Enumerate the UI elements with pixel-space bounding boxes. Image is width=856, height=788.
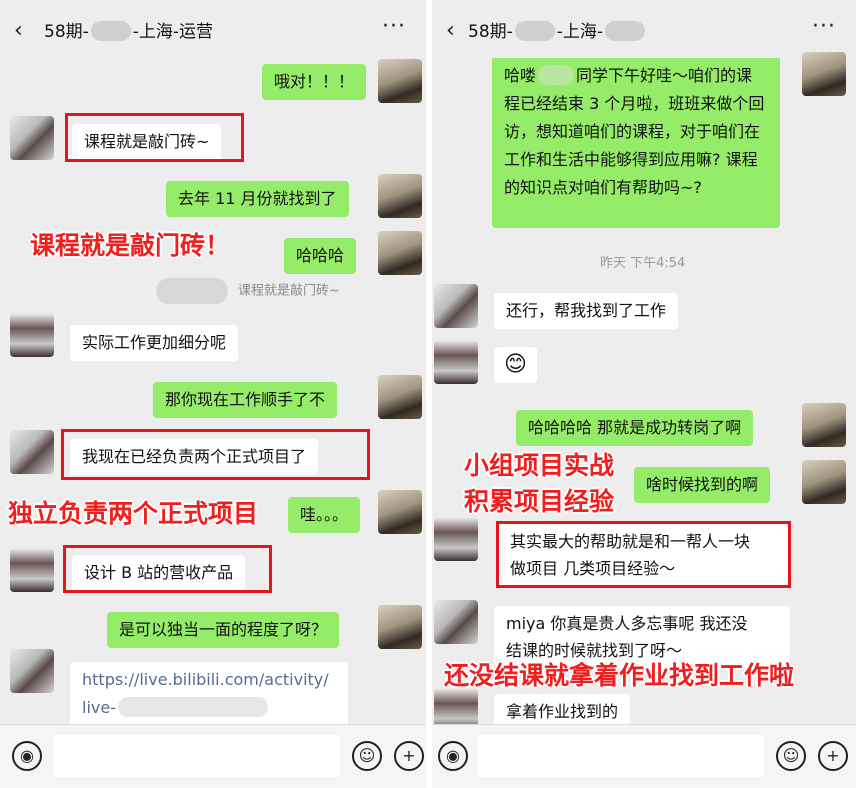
message-input-bar: ◉ ☺ + [0, 724, 426, 788]
chat-title-prefix: 58期- [468, 22, 513, 42]
chat-title-suffix: -上海-运营 [132, 22, 214, 42]
message-bubble-other[interactable]: 还行，帮我找到了工作 [494, 293, 679, 329]
chat-header: ‹ 58期- -上海- ··· [432, 0, 856, 62]
contact-avatar[interactable] [10, 313, 54, 357]
redacted-name-blur [90, 21, 131, 41]
plus-icon[interactable]: + [394, 741, 424, 771]
annotation-text: 课程就是敲门砖！ [30, 231, 231, 260]
message-bubble-self[interactable]: 是可以独当一面的程度了呀？ [107, 612, 340, 648]
contact-avatar[interactable] [10, 116, 54, 160]
message-bubble-self[interactable]: 啥时候找到的啊 [634, 467, 771, 503]
message-text-field[interactable] [54, 735, 340, 777]
chat-header: ‹ 58期- -上海-运营 ··· [0, 0, 426, 62]
message-text: miya 你真是贵人多忘事呢 我还没 [506, 614, 748, 633]
contact-avatar[interactable] [434, 284, 478, 328]
contact-avatar[interactable] [434, 340, 478, 384]
contact-avatar[interactable] [434, 600, 478, 644]
chat-panel-left: ‹ 58期- -上海-运营 ··· 哦对！！！ 课程就是敲门砖~ 去年 11 月份… [0, 0, 426, 788]
redacted-link-blur [117, 697, 268, 717]
contact-avatar[interactable] [10, 548, 54, 592]
redacted-name-blur [605, 21, 646, 41]
redacted-name-blur [538, 65, 575, 85]
message-input-bar: ◉ ☺ + [432, 724, 856, 788]
message-bubble-self[interactable]: 哇。。。 [288, 497, 361, 533]
emoji-icon[interactable]: ☺ [352, 741, 382, 771]
message-bubble-self[interactable]: 哦对！！！ [262, 64, 367, 100]
highlight-box [65, 113, 244, 162]
plus-icon[interactable]: + [818, 741, 848, 771]
self-avatar[interactable] [378, 231, 422, 275]
contact-avatar[interactable] [10, 649, 54, 693]
message-bubble-self[interactable]: 那你现在工作顺手了不 [153, 382, 338, 418]
more-options-icon[interactable]: ··· [382, 14, 406, 40]
self-avatar[interactable] [378, 490, 422, 534]
message-bubble-self[interactable]: 哈哈哈 [284, 238, 357, 274]
highlight-box [63, 545, 272, 593]
message-bubble-self[interactable]: 哈喽 同学下午好哇～咱们的课程已经结束 3 个月啦，班班来做个回访，想知道咱们的课… [492, 58, 780, 228]
self-avatar[interactable] [378, 59, 422, 103]
chat-timestamp: 昨天 下午4:54 [600, 256, 686, 271]
annotation-text: 还没结课就拿着作业找到工作啦 [444, 661, 795, 690]
self-avatar[interactable] [802, 403, 846, 447]
emoji-icon[interactable]: ☺ [776, 741, 806, 771]
back-arrow-icon[interactable]: ‹ [14, 18, 23, 44]
link-text-line[interactable]: live- [82, 694, 336, 722]
link-message-bubble[interactable]: https://live.bilibili.com/activity/ live… [70, 662, 348, 730]
contact-avatar[interactable] [10, 430, 54, 474]
highlight-box [61, 429, 370, 480]
chat-panel-right: ‹ 58期- -上海- ··· 哈喽 同学下午好哇～咱们的课程已经结束 3 个月啦，… [432, 0, 856, 788]
message-text-field[interactable] [478, 735, 764, 777]
message-text: 同学下午好哇～咱们的课程已经结束 3 个月啦，班班来做个回访，想知道咱们的课程，… [504, 66, 765, 197]
link-text-fragment[interactable]: live- [82, 698, 116, 717]
message-bubble-other[interactable]: 实际工作更加细分呢 [70, 325, 239, 361]
voice-input-icon[interactable]: ◉ [12, 741, 42, 771]
quoted-message-text: 课程就是敲门砖~ [238, 283, 340, 299]
link-text-line[interactable]: https://live.bilibili.com/activity/ [82, 666, 336, 694]
message-bubble-other[interactable]: miya 你真是贵人多忘事呢 我还没 结课的时候就找到了呀～ [494, 606, 790, 668]
annotation-text: 小组项目实战 [464, 451, 615, 480]
highlight-box [496, 521, 791, 588]
voice-input-icon[interactable]: ◉ [438, 741, 468, 771]
chat-title-mid: -上海- [556, 22, 604, 42]
self-avatar[interactable] [378, 174, 422, 218]
message-bubble-self[interactable]: 哈哈哈哈 那就是成功转岗了啊 [516, 410, 754, 446]
message-bubble-self[interactable]: 去年 11 月份就找到了 [166, 181, 349, 217]
emoji-message-bubble[interactable]: 😊 [494, 347, 537, 383]
more-options-icon[interactable]: ··· [812, 14, 836, 40]
redacted-name-blur [156, 278, 228, 304]
chat-title: 58期- -上海-运营 [44, 20, 213, 44]
chat-title: 58期- -上海- [468, 20, 647, 44]
contact-avatar[interactable] [434, 517, 478, 561]
message-text: 哈喽 [504, 66, 537, 85]
self-avatar[interactable] [378, 375, 422, 419]
self-avatar[interactable] [378, 605, 422, 649]
quoted-message: 课程就是敲门砖~ [156, 278, 340, 304]
self-avatar[interactable] [802, 52, 846, 96]
self-avatar[interactable] [802, 460, 846, 504]
back-arrow-icon[interactable]: ‹ [446, 18, 455, 44]
chat-title-prefix: 58期- [44, 22, 89, 42]
annotation-text: 积累项目经验 [464, 487, 615, 516]
redacted-name-blur [514, 21, 555, 41]
annotation-text: 独立负责两个正式项目 [8, 499, 259, 528]
